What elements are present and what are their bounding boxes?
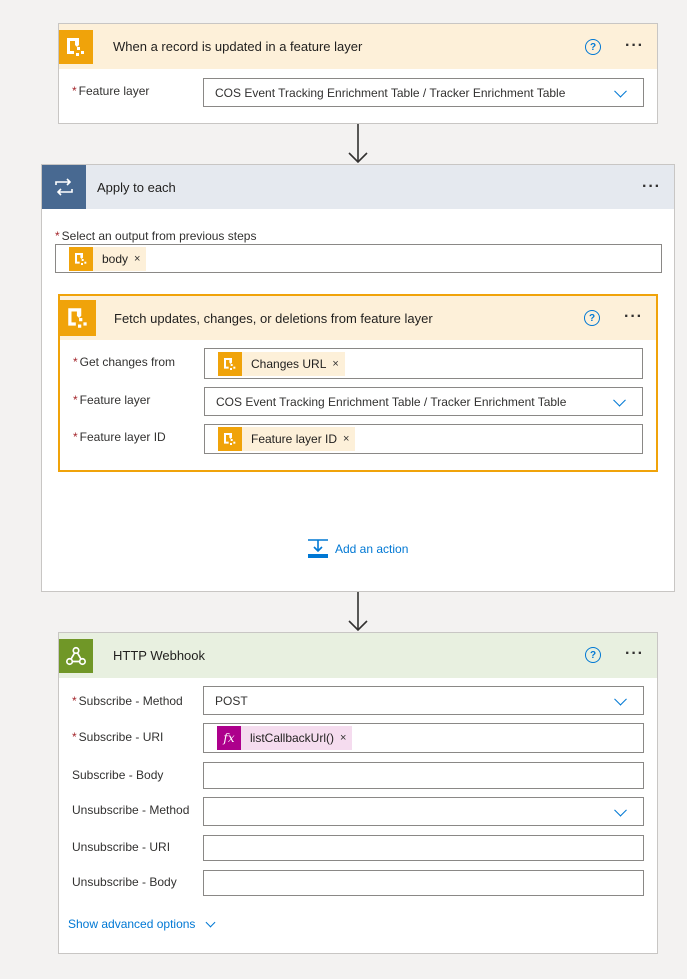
- remove-token-icon[interactable]: ×: [332, 358, 338, 370]
- arcgis-icon: [60, 300, 96, 336]
- fetch-updates-card: Fetch updates, changes, or deletions fro…: [58, 294, 658, 472]
- feature-layer-dropdown[interactable]: COS Event Tracking Enrichment Table / Tr…: [203, 78, 644, 107]
- show-advanced-options-link[interactable]: Show advanced options: [68, 917, 216, 931]
- more-options-icon[interactable]: ···: [642, 179, 661, 195]
- loop-header[interactable]: Apply to each ···: [42, 165, 674, 209]
- remove-token-icon[interactable]: ×: [340, 732, 346, 744]
- trigger-card: When a record is updated in a feature la…: [58, 23, 658, 124]
- subscribe-body-field[interactable]: [203, 762, 644, 789]
- arcgis-icon: [218, 427, 242, 451]
- arcgis-icon: [218, 351, 242, 376]
- help-icon[interactable]: ?: [584, 310, 600, 326]
- unsubscribe-method-dropdown[interactable]: [203, 797, 644, 826]
- subscribe-uri-field[interactable]: fx listCallbackUrl() ×: [203, 723, 644, 753]
- get-changes-field[interactable]: Changes URL ×: [204, 348, 643, 379]
- trigger-header[interactable]: When a record is updated in a feature la…: [59, 24, 657, 69]
- feature-layer-dropdown[interactable]: COS Event Tracking Enrichment Table / Tr…: [204, 387, 643, 416]
- fetch-title: Fetch updates, changes, or deletions fro…: [114, 310, 433, 326]
- arcgis-icon: [59, 29, 93, 64]
- get-changes-label: * Get changes from: [73, 355, 176, 369]
- arcgis-icon: [69, 246, 93, 271]
- select-output-field[interactable]: body ×: [55, 244, 662, 273]
- list-callback-url-token[interactable]: fx listCallbackUrl() ×: [217, 726, 353, 750]
- feature-layer-label: * Feature layer: [73, 393, 151, 407]
- apply-to-each-card: Apply to each ··· * Select an output from…: [41, 164, 675, 592]
- more-options-icon[interactable]: ···: [625, 38, 644, 54]
- flow-arrow-icon: [348, 124, 368, 164]
- http-webhook-card: HTTP Webhook ? ··· * Subscribe - Method P…: [58, 632, 658, 954]
- unsubscribe-method-label: Unsubscribe - Method: [72, 803, 190, 817]
- feature-layer-label: * Feature layer: [72, 84, 150, 98]
- trigger-title: When a record is updated in a feature la…: [113, 39, 363, 54]
- feature-layer-id-label: * Feature layer ID: [73, 430, 166, 444]
- remove-token-icon[interactable]: ×: [343, 433, 349, 445]
- webhook-header[interactable]: HTTP Webhook ? ···: [59, 633, 657, 678]
- webhook-title: HTTP Webhook: [113, 648, 206, 663]
- more-options-icon[interactable]: ···: [625, 646, 644, 662]
- feature-layer-id-token[interactable]: Feature layer ID ×: [218, 427, 356, 451]
- webhook-icon: [59, 638, 93, 673]
- expression-icon: fx: [217, 726, 241, 750]
- chevron-down-icon: [613, 393, 626, 407]
- help-icon[interactable]: ?: [585, 647, 601, 663]
- chevron-down-icon: [614, 803, 627, 817]
- unsubscribe-uri-field[interactable]: [203, 835, 644, 861]
- chevron-down-icon: [614, 692, 627, 706]
- chevron-down-icon: [614, 84, 627, 98]
- body-token[interactable]: body ×: [69, 246, 147, 271]
- add-action-icon: [308, 539, 328, 558]
- fetch-header[interactable]: Fetch updates, changes, or deletions fro…: [60, 296, 656, 340]
- unsubscribe-uri-label: Unsubscribe - URI: [72, 840, 171, 854]
- subscribe-body-label: Subscribe - Body: [72, 768, 164, 782]
- subscribe-method-dropdown[interactable]: POST: [203, 686, 644, 715]
- feature-layer-id-field[interactable]: Feature layer ID ×: [204, 424, 643, 454]
- more-options-icon[interactable]: ···: [624, 309, 643, 325]
- help-icon[interactable]: ?: [585, 39, 601, 55]
- chevron-down-icon: [205, 917, 216, 927]
- subscribe-method-label: * Subscribe - Method: [72, 694, 183, 708]
- remove-token-icon[interactable]: ×: [134, 253, 140, 265]
- changes-url-token[interactable]: Changes URL ×: [218, 351, 345, 376]
- loop-title: Apply to each: [97, 179, 176, 195]
- select-output-label: * Select an output from previous steps: [55, 229, 257, 243]
- unsubscribe-body-field[interactable]: [203, 870, 644, 896]
- unsubscribe-body-label: Unsubscribe - Body: [72, 875, 177, 889]
- subscribe-uri-label: * Subscribe - URI: [72, 730, 164, 744]
- flow-arrow-icon: [348, 592, 368, 632]
- loop-icon: [42, 165, 86, 209]
- add-action-button[interactable]: Add an action: [307, 538, 408, 560]
